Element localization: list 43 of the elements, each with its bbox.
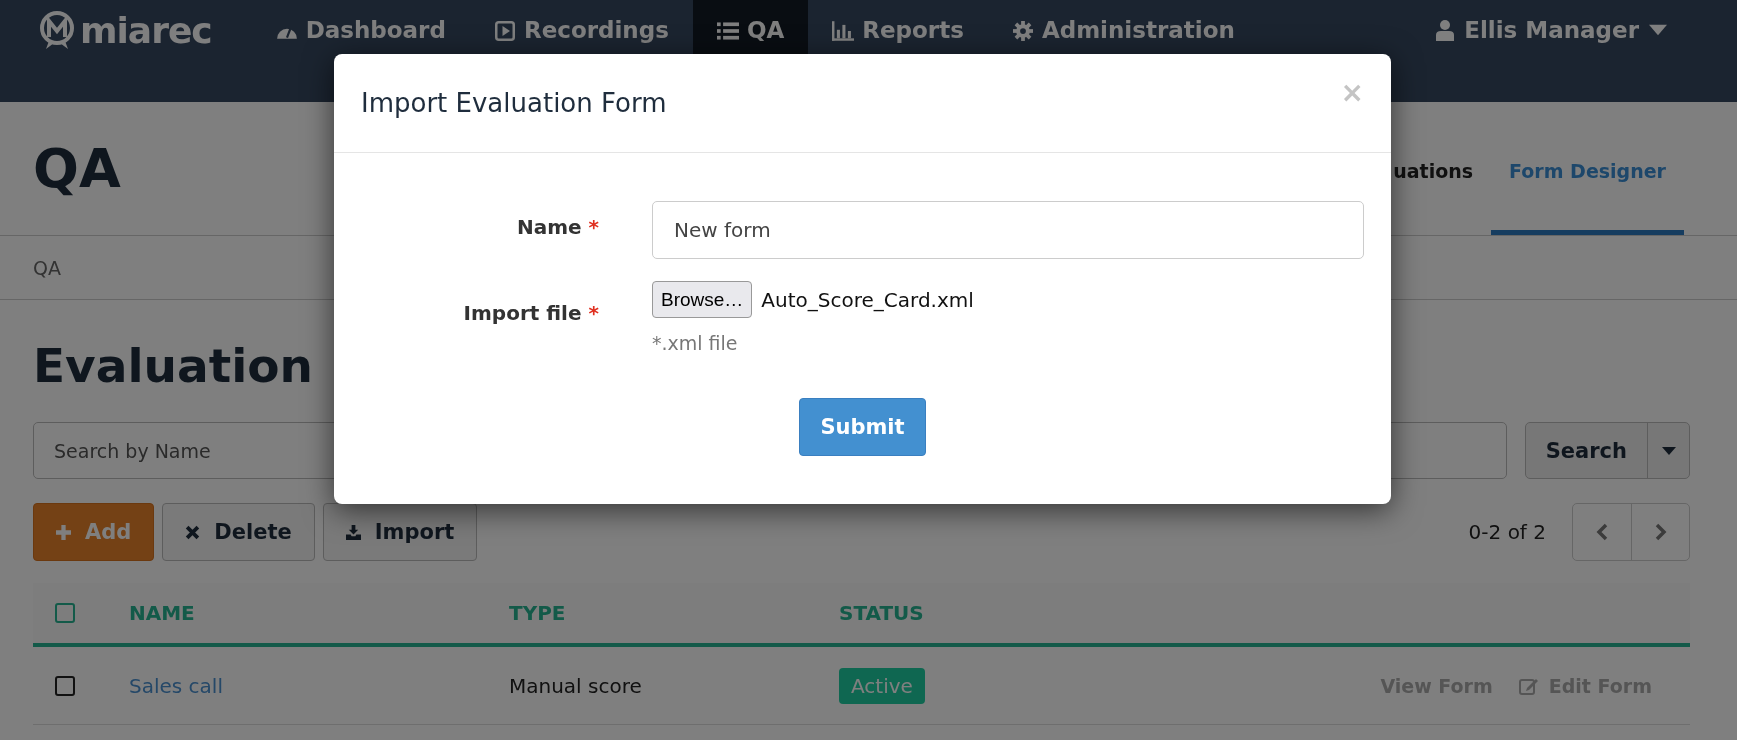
required-mark: * [588,215,599,239]
field-label: Name [516,215,582,239]
column-header: NAME [129,601,195,625]
dialog-title: Import Evaluation Form [361,88,667,118]
column-header: TYPE [509,601,566,625]
chevron-right-icon [1654,523,1667,541]
nav-item[interactable]: Administration [987,0,1259,102]
add-button[interactable]: Add [33,503,155,561]
caret-icon [1661,446,1676,455]
status-badge: Active [839,667,925,704]
user-icon [1436,19,1455,41]
section-title: Evaluation [33,338,314,393]
tab[interactable]: Form Designer [1491,102,1684,235]
tray-download-icon [345,524,361,540]
logo-icon [40,10,74,51]
import-button[interactable]: Import [322,503,478,561]
page-title: QA [33,137,121,200]
column-header: STATUS [839,601,924,625]
checkbox[interactable] [55,675,75,696]
required-mark: * [588,301,599,325]
plus-icon [56,524,71,540]
nav-item[interactable]: Reports [808,0,988,102]
submit-button[interactable]: Submit [799,398,926,456]
form-name-link[interactable]: Sales call [129,673,223,698]
play-icon [493,21,516,41]
list-icon [716,21,739,41]
chevron-left-icon [1596,523,1608,541]
file-name: Auto_Score_Card.xml [761,287,974,312]
browse-button[interactable]: Browse… [652,281,753,318]
close-icon [185,524,201,540]
bar-chart-icon [832,21,855,41]
help-text: *.xml file [652,332,738,354]
logo-text: miarec [80,10,212,51]
gear-icon [1011,21,1034,41]
table-cell: Manual score [509,673,642,698]
delete-button[interactable]: Delete [162,503,315,561]
name-field[interactable]: New form [652,201,1364,259]
field-label: Import file [463,301,582,325]
checkbox[interactable] [55,603,75,623]
user-menu[interactable]: Ellis Manager [1436,17,1667,43]
pager-count: 0-2 of 2 [1468,520,1546,544]
breadcrumb[interactable]: QA [33,256,61,279]
edit-icon [1518,676,1539,695]
